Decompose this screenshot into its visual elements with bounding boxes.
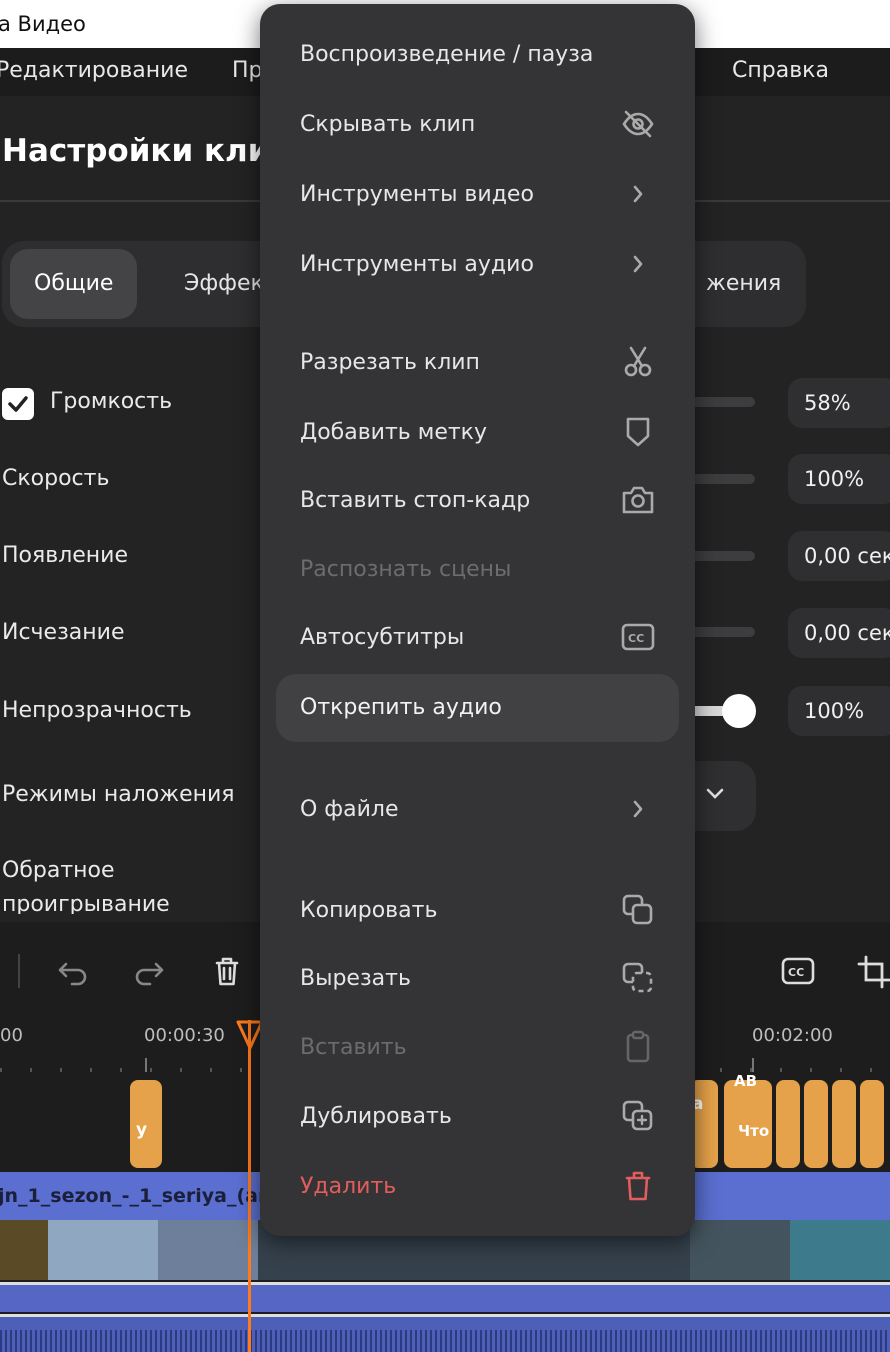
menu-item-cut-clip[interactable]: Разрезать клип — [300, 350, 480, 375]
redo-icon[interactable] — [132, 954, 166, 988]
check-icon — [8, 396, 28, 412]
menu-item-hide-clip[interactable]: Скрывать клип — [300, 112, 475, 137]
thumbnail — [790, 1220, 890, 1280]
speed-value[interactable]: 100% — [788, 454, 890, 504]
menu-item-play-pause[interactable]: Воспроизведение / пауза — [300, 42, 593, 67]
volume-checkbox[interactable] — [2, 388, 34, 420]
toolbar-divider — [18, 954, 20, 988]
opacity-slider-handle[interactable] — [722, 694, 756, 728]
fade-in-slider[interactable] — [690, 551, 755, 561]
video-clip-name: jn_1_sezon_-_1_seriya_(anv — [0, 1185, 284, 1207]
panel-title: Настройки кли — [2, 133, 270, 169]
fade-out-label: Исчезание — [2, 620, 125, 645]
menu-help[interactable]: Справка — [732, 58, 829, 83]
reverse-label-2: проигрывание — [2, 892, 170, 914]
menu-item-freeze-frame[interactable]: Вставить стоп-кадр — [300, 488, 530, 513]
marker-icon — [626, 417, 650, 447]
menu-item-audio-tools[interactable]: Инструменты аудио — [300, 252, 534, 277]
timeline-clip[interactable] — [860, 1080, 884, 1168]
menu-item-copy[interactable]: Копировать — [300, 898, 437, 923]
blend-mode-label: Режимы наложения — [2, 782, 235, 807]
chevron-right-icon — [633, 800, 643, 818]
tab-general[interactable]: Общие — [10, 249, 138, 319]
chevron-right-icon — [633, 185, 643, 203]
volume-label: Громкость — [50, 389, 173, 414]
menu-partial[interactable]: Пр — [232, 58, 263, 83]
menu-item-video-tools[interactable]: Инструменты видео — [300, 182, 534, 207]
time-label-start: 00 — [0, 1025, 23, 1046]
fade-out-value[interactable]: 0,00 сек — [788, 608, 890, 658]
window-title: а Видео — [0, 12, 86, 36]
menu-item-file-info[interactable]: О файле — [300, 797, 399, 822]
svg-text:CC: CC — [628, 632, 644, 645]
tab-blending[interactable]: жения — [682, 249, 805, 319]
duplicate-icon — [622, 1100, 653, 1131]
speed-label: Скорость — [2, 466, 110, 491]
fade-out-slider[interactable] — [690, 627, 755, 637]
timeline-clip-a[interactable]: у — [130, 1080, 162, 1168]
thumbnail — [158, 1220, 258, 1280]
speed-slider[interactable] — [690, 474, 755, 484]
eye-off-icon — [622, 110, 654, 138]
svg-text:CC: CC — [788, 966, 804, 979]
playhead[interactable] — [248, 1020, 251, 1352]
cut-copy-icon — [622, 962, 653, 993]
menu-item-duplicate[interactable]: Дублировать — [300, 1104, 452, 1129]
menu-item-detach-audio[interactable]: Открепить аудио — [300, 695, 502, 720]
menu-item-autosubtitles[interactable]: Автосубтитры — [300, 625, 464, 650]
timeline-clip-c[interactable]: АВ Что — [724, 1072, 772, 1168]
thumbnail — [0, 1220, 48, 1280]
menu-item-add-marker[interactable]: Добавить метку — [300, 420, 487, 445]
menu-item-detect-scenes: Распознать сцены — [300, 557, 512, 582]
thumbnail — [48, 1220, 158, 1280]
app-window: а Видео Редактирование Пр Справка Настро… — [0, 0, 890, 1352]
scissors-icon — [624, 346, 652, 377]
opacity-label: Непрозрачность — [2, 698, 192, 723]
timeline-clip[interactable] — [776, 1080, 800, 1168]
chevron-right-icon — [633, 255, 643, 273]
crop-icon[interactable] — [856, 954, 890, 990]
subtitles-icon: CC — [621, 623, 655, 651]
audio-waveform — [0, 1330, 890, 1352]
trash-icon — [625, 1171, 651, 1201]
clipboard-icon — [626, 1030, 650, 1063]
menu-edit[interactable]: Редактирование — [0, 58, 188, 83]
menu-item-paste: Вставить — [300, 1035, 407, 1060]
timeline-clip[interactable] — [832, 1080, 856, 1168]
audio-waveform-track[interactable] — [0, 1314, 890, 1352]
subtitles-icon[interactable]: CC — [780, 954, 816, 988]
menu-item-cut[interactable]: Вырезать — [300, 966, 411, 991]
volume-slider[interactable] — [690, 397, 755, 407]
camera-icon — [622, 486, 654, 514]
timeline-clip[interactable] — [804, 1080, 828, 1168]
menu-item-delete[interactable]: Удалить — [300, 1174, 396, 1199]
time-label-30s: 00:00:30 — [144, 1025, 225, 1046]
opacity-value[interactable]: 100% — [788, 686, 890, 736]
thumbnail — [690, 1220, 790, 1280]
copy-icon — [622, 894, 653, 925]
trash-icon[interactable] — [210, 954, 244, 988]
chevron-down-icon — [706, 788, 724, 799]
audio-track[interactable] — [0, 1282, 890, 1312]
reverse-label-1: Обратное — [2, 858, 115, 883]
fade-in-value[interactable]: 0,00 сек — [788, 531, 890, 581]
context-menu: Воспроизведение / пауза Скрывать клип Ин… — [260, 4, 695, 1236]
fade-in-label: Появление — [2, 543, 129, 568]
blend-mode-select[interactable] — [690, 761, 756, 831]
undo-icon[interactable] — [56, 954, 90, 988]
volume-value[interactable]: 58% — [788, 378, 890, 428]
time-label-2m: 00:02:00 — [752, 1025, 833, 1046]
